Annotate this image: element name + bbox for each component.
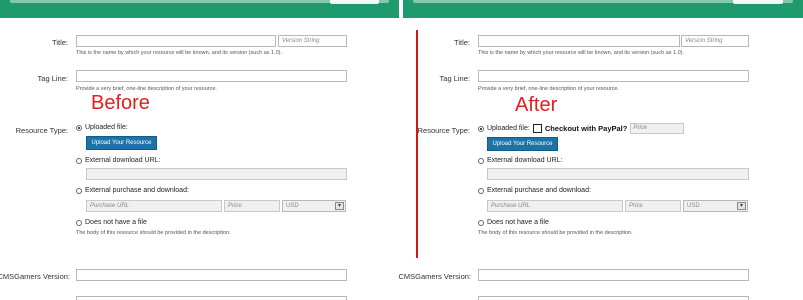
- radio-icon[interactable]: [76, 187, 82, 194]
- currency-value: USD: [286, 203, 299, 209]
- after-panel: Title: Version String This is the name b…: [398, 18, 803, 300]
- radio-icon[interactable]: [76, 219, 82, 226]
- external-purchase-option[interactable]: External purchase and download:: [76, 187, 189, 194]
- external-download-label: External download URL:: [487, 157, 563, 164]
- version-input[interactable]: Version String: [681, 35, 749, 47]
- tagline-input[interactable]: [76, 70, 347, 82]
- currency-value: USD: [687, 203, 700, 209]
- cms-version-input[interactable]: [76, 269, 347, 281]
- tagline-hint: Provide a very brief, one-line descripti…: [478, 86, 619, 92]
- tagline-label: Tag Line:: [439, 74, 470, 83]
- title-label: Title:: [454, 38, 470, 47]
- external-purchase-label: External purchase and download:: [487, 187, 591, 194]
- header-banner-after: [403, 0, 803, 18]
- external-purchase-option[interactable]: External purchase and download:: [478, 187, 591, 194]
- purchase-url-placeholder: Purchase URL: [90, 203, 130, 209]
- cms-version-input[interactable]: [478, 269, 749, 281]
- external-download-label: External download URL:: [85, 157, 161, 164]
- paypal-checkbox[interactable]: [532, 124, 542, 133]
- before-annotation: Before: [91, 92, 150, 114]
- next-field-input[interactable]: [478, 296, 749, 300]
- header-banner-before: [0, 0, 399, 18]
- after-annotation: After: [515, 94, 558, 116]
- before-panel: Title: Version String This is the name b…: [0, 18, 400, 300]
- radio-selected-icon[interactable]: [478, 125, 484, 132]
- price-input[interactable]: Price: [224, 200, 280, 212]
- cms-version-label: CMSGamers Version:: [398, 272, 471, 281]
- next-field-input[interactable]: [76, 296, 347, 300]
- no-file-hint: The body of this resource should be prov…: [76, 230, 231, 236]
- version-placeholder: Version String: [685, 38, 723, 44]
- external-download-input[interactable]: [86, 168, 347, 180]
- uploaded-file-label: Uploaded file:: [85, 124, 128, 131]
- currency-select[interactable]: USD ▾: [683, 200, 748, 212]
- title-hint: This is the name by which your resource …: [76, 50, 283, 56]
- external-download-input[interactable]: [487, 168, 749, 180]
- version-input[interactable]: Version String: [278, 35, 347, 47]
- no-file-label: Does not have a file: [487, 219, 549, 226]
- purchase-url-input[interactable]: Purchase URL: [86, 200, 222, 212]
- radio-icon[interactable]: [76, 157, 82, 164]
- resource-type-label: Resource Type:: [417, 126, 470, 135]
- no-file-hint: The body of this resource should be prov…: [478, 230, 633, 236]
- price-placeholder: Price: [228, 203, 242, 209]
- no-file-option[interactable]: Does not have a file: [478, 219, 549, 226]
- upload-resource-button[interactable]: Upload Your Resource: [86, 136, 157, 150]
- radio-icon[interactable]: [478, 219, 484, 226]
- external-download-option[interactable]: External download URL:: [76, 157, 161, 164]
- radio-icon[interactable]: [478, 157, 484, 164]
- tagline-input[interactable]: [478, 70, 749, 82]
- no-file-label: Does not have a file: [85, 219, 147, 226]
- currency-select[interactable]: USD ▾: [282, 200, 346, 212]
- chevron-down-icon[interactable]: ▾: [335, 202, 344, 210]
- version-placeholder: Version String: [282, 38, 320, 44]
- checkout-paypal-label: Checkout with PayPal?: [544, 124, 628, 133]
- paypal-price-placeholder: Price: [633, 125, 648, 131]
- title-input[interactable]: [478, 35, 680, 47]
- header-text-blurred-bold: [733, 0, 783, 4]
- cms-version-label: CMSGamers Version:: [0, 272, 70, 281]
- external-download-option[interactable]: External download URL:: [478, 157, 563, 164]
- external-purchase-label: External purchase and download:: [85, 187, 189, 194]
- chevron-down-icon[interactable]: ▾: [737, 202, 746, 210]
- resource-type-label: Resource Type:: [15, 126, 68, 135]
- uploaded-file-option[interactable]: Uploaded file: Checkout with PayPal? Pri…: [478, 123, 685, 134]
- upload-resource-button[interactable]: Upload Your Resource: [487, 137, 558, 151]
- title-label: Title:: [52, 38, 68, 47]
- title-input[interactable]: [76, 35, 276, 47]
- uploaded-file-option[interactable]: Uploaded file:: [76, 124, 128, 131]
- no-file-option[interactable]: Does not have a file: [76, 219, 147, 226]
- header-text-blurred-bold: [330, 0, 379, 4]
- purchase-url-placeholder: Purchase URL: [491, 203, 531, 209]
- price-placeholder: Price: [629, 203, 643, 209]
- tagline-label: Tag Line:: [37, 74, 68, 83]
- title-hint: This is the name by which your resource …: [478, 50, 685, 56]
- purchase-url-input[interactable]: Purchase URL: [487, 200, 623, 212]
- paypal-price-input[interactable]: Price: [630, 123, 685, 134]
- price-input[interactable]: Price: [625, 200, 681, 212]
- uploaded-file-label: Uploaded file:: [487, 125, 530, 132]
- radio-icon[interactable]: [478, 187, 484, 194]
- radio-selected-icon[interactable]: [76, 124, 82, 131]
- annotation-red-line: [416, 30, 418, 258]
